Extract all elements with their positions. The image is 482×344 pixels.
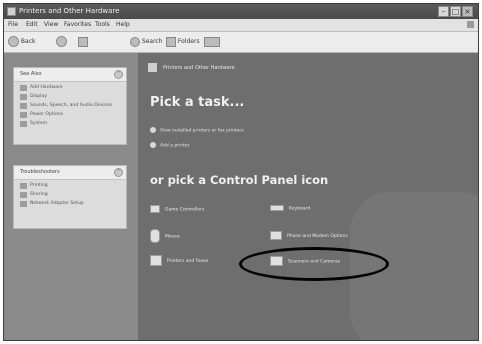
up-folder-button[interactable] [78, 32, 88, 52]
link-display[interactable]: Display [14, 94, 126, 100]
help-icon [20, 183, 27, 189]
troubleshooters-panel: Troubleshooters ˄ Printing Sharing Netwo… [13, 165, 127, 229]
display-icon [20, 94, 27, 100]
folders-icon [166, 36, 176, 47]
printer-category-icon [148, 63, 157, 72]
menu-bar: File Edit View Favorites Tools Help [4, 19, 478, 32]
printer-icon [150, 255, 162, 266]
title-bar[interactable]: Printers and Other Hardware – □ × [4, 4, 478, 19]
see-also-heading: See Also [20, 71, 42, 77]
forward-button[interactable] [56, 32, 67, 52]
search-label: Search [141, 38, 163, 45]
back-label: Back [20, 38, 36, 45]
toolbar: Back Search Folders [4, 32, 478, 53]
forward-arrow-icon [56, 36, 67, 47]
mouse-icon [150, 229, 160, 243]
menu-file[interactable]: File [8, 19, 18, 31]
keyboard-icon [270, 205, 284, 211]
cp-icon-game-controllers[interactable]: Game Controllers [150, 205, 204, 213]
minimize-button[interactable]: – [438, 6, 449, 17]
views-button[interactable] [204, 32, 220, 52]
up-folder-icon [78, 36, 88, 47]
task-pane: See Also ˄ Add Hardware Display Sounds, … [4, 53, 138, 340]
search-button[interactable]: Search [130, 32, 163, 52]
highlight-circle [239, 247, 389, 281]
views-icon [204, 36, 220, 47]
pick-icon-heading: or pick a Control Panel icon [150, 173, 329, 187]
cp-icon-mouse[interactable]: Mouse [150, 229, 180, 243]
folders-label: Folders [177, 38, 200, 45]
pick-task-heading: Pick a task... [150, 95, 245, 110]
back-button[interactable]: Back [8, 32, 36, 52]
menu-tools[interactable]: Tools [95, 19, 110, 31]
link-sharing[interactable]: Sharing [14, 192, 126, 198]
link-add-hardware[interactable]: Add Hardware [14, 85, 126, 91]
help-icon [20, 192, 27, 198]
menu-favorites[interactable]: Favorites [64, 19, 91, 31]
panel-heading[interactable]: Troubleshooters ˄ [14, 166, 126, 180]
folder-icon [7, 7, 16, 16]
troubleshooters-heading: Troubleshooters [20, 169, 60, 175]
content-area: Printers and Other Hardware Pick a task.… [138, 53, 478, 340]
window: Printers and Other Hardware – □ × File E… [3, 3, 479, 341]
cp-icon-phone-modem[interactable]: Phone and Modem Options [270, 231, 348, 240]
search-icon [130, 36, 140, 47]
link-network-adapter[interactable]: Network Adapter Setup [14, 201, 126, 207]
task-arrow-icon [150, 127, 156, 133]
task-view-printers[interactable]: View installed printers or fax printers [150, 127, 244, 134]
maximize-button[interactable]: □ [450, 6, 461, 17]
menu-edit[interactable]: Edit [26, 19, 38, 31]
cp-icon-keyboard[interactable]: Keyboard [270, 205, 310, 212]
hardware-icon [20, 85, 27, 91]
close-button[interactable]: × [462, 6, 473, 17]
back-arrow-icon [8, 36, 19, 47]
folders-button[interactable]: Folders [166, 32, 200, 52]
windows-flag-icon [467, 21, 474, 28]
link-system[interactable]: System [14, 121, 126, 127]
speaker-icon [20, 103, 27, 109]
game-controller-icon [150, 205, 160, 213]
menu-help[interactable]: Help [116, 19, 130, 31]
link-printing[interactable]: Printing [14, 183, 126, 189]
cp-icon-printers-faxes[interactable]: Printers and Faxes [150, 255, 208, 266]
menu-view[interactable]: View [44, 19, 58, 31]
collapse-chevron-icon[interactable]: ˄ [114, 70, 123, 79]
power-icon [20, 112, 27, 118]
system-icon [20, 121, 27, 127]
help-icon [20, 201, 27, 207]
task-add-printer[interactable]: Add a printer [150, 142, 190, 149]
panel-heading[interactable]: See Also ˄ [14, 68, 126, 82]
category-header: Printers and Other Hardware [148, 63, 235, 72]
phone-modem-icon [270, 231, 282, 240]
see-also-panel: See Also ˄ Add Hardware Display Sounds, … [13, 67, 127, 145]
window-title: Printers and Other Hardware [19, 7, 120, 15]
link-sounds[interactable]: Sounds, Speech, and Audio Devices [14, 103, 126, 109]
collapse-chevron-icon[interactable]: ˄ [114, 168, 123, 177]
link-power-options[interactable]: Power Options [14, 112, 126, 118]
task-arrow-icon [150, 142, 156, 148]
